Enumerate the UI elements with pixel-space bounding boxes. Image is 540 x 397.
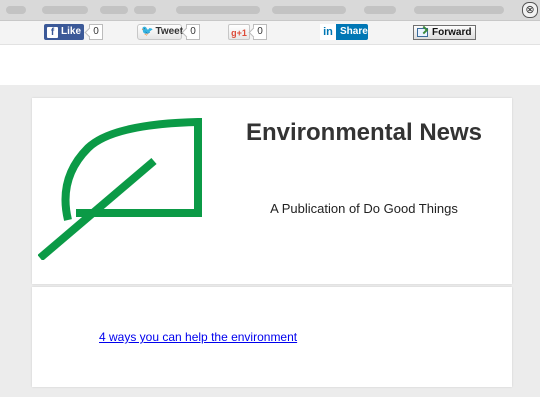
- like-label: Like: [61, 26, 82, 37]
- forward-label: Forward: [432, 26, 472, 38]
- linkedin-share-button[interactable]: in Share: [320, 24, 368, 40]
- gplus-count: 0: [253, 24, 267, 40]
- tweet-button[interactable]: 🐦 Tweet: [137, 24, 184, 40]
- article-link[interactable]: 4 ways you can help the environment: [99, 330, 297, 344]
- facebook-icon: f: [47, 26, 58, 38]
- gplus-label: g+1: [231, 28, 247, 38]
- twitter-bird-icon: 🐦: [141, 26, 154, 37]
- content-card: 4 ways you can help the environment: [32, 287, 512, 387]
- forward-button[interactable]: Forward: [413, 25, 476, 40]
- blurred-bookmark: [364, 6, 396, 14]
- leaf-logo-icon: [38, 118, 202, 260]
- blurred-bookmark: [42, 6, 88, 14]
- blurred-bookmark: [6, 6, 26, 14]
- tweet-count: 0: [186, 24, 200, 40]
- linkedin-icon: in: [320, 24, 336, 40]
- linkedin-label: Share: [340, 26, 368, 37]
- close-icon[interactable]: ⊗: [522, 2, 538, 18]
- like-count: 0: [89, 24, 103, 40]
- social-share-bar: f Like 0 🐦 Tweet 0 g+1 0 in Share Forwar…: [0, 21, 540, 45]
- preheader-spacer: [0, 45, 540, 85]
- blurred-bookmark: [100, 6, 128, 14]
- browser-toolbar: ⊗: [0, 0, 540, 21]
- tweet-label: Tweet: [155, 26, 184, 37]
- blurred-bookmark: [414, 6, 504, 14]
- forward-envelope-icon: [417, 28, 428, 37]
- page-subtitle: A Publication of Do Good Things: [270, 201, 458, 216]
- header-card: Environmental News A Publication of Do G…: [32, 98, 512, 284]
- blurred-bookmark: [134, 6, 156, 14]
- facebook-like-button[interactable]: f Like: [44, 24, 84, 40]
- blurred-bookmark: [272, 6, 346, 14]
- page-title: Environmental News: [245, 119, 483, 146]
- google-plus-button[interactable]: g+1: [228, 24, 250, 40]
- blurred-bookmark: [176, 6, 260, 14]
